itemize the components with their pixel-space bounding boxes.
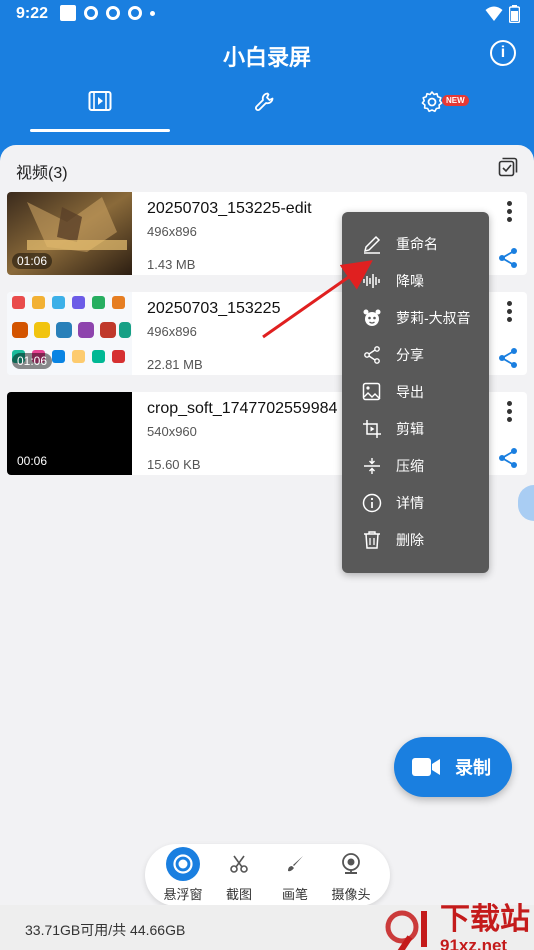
scissors-icon (230, 855, 248, 873)
share-icon (499, 248, 517, 268)
menu-item-export[interactable]: 导出 (342, 373, 489, 410)
app-header: 小白录屏 i (0, 30, 534, 145)
section-title: 视频(3) (16, 165, 68, 182)
tool-screenshot[interactable]: 截图 (211, 848, 267, 903)
video-size: 1.43 MB (147, 257, 196, 272)
quick-tools-bar: 悬浮窗 截图 画笔 摄像头 (145, 844, 390, 906)
video-resolution: 540x960 (147, 424, 197, 439)
tool-label: 摄像头 (331, 887, 371, 902)
tab-videos[interactable] (30, 90, 170, 132)
more-options-button[interactable] (507, 401, 513, 425)
notification-icons (60, 5, 155, 21)
record-button[interactable]: 录制 (394, 737, 512, 797)
crop-icon (363, 419, 381, 438)
video-thumbnail[interactable]: 00:06 (7, 392, 132, 475)
video-duration: 00:06 (17, 454, 48, 468)
multi-select-button[interactable] (498, 157, 518, 182)
tab-settings[interactable] (362, 90, 502, 132)
video-resolution: 496x896 (147, 324, 197, 339)
trash-icon (364, 530, 380, 549)
info-button[interactable]: i (490, 40, 516, 66)
checkbox-stack-icon (498, 157, 518, 177)
active-tab-indicator (30, 129, 170, 132)
tool-label: 画笔 (281, 887, 308, 902)
record-label: 录制 (455, 758, 491, 778)
status-time: 9:22 (16, 5, 49, 22)
export-image-icon (362, 382, 381, 400)
video-duration: 01:06 (12, 353, 53, 369)
menu-item-label: 降噪 (396, 272, 424, 289)
film-icon (88, 91, 112, 111)
storage-footer: 33.71GB可用/共 44.66GB 下载站 91xz.net (0, 905, 534, 950)
tool-camera[interactable]: 摄像头 (323, 848, 379, 903)
menu-item-edit[interactable]: 剪辑 (342, 410, 489, 447)
pencil-icon (363, 235, 381, 254)
video-thumbnail[interactable]: 01:06 (7, 192, 132, 275)
compress-icon (364, 457, 380, 474)
video-name: crop_soft_1747702559984 (147, 400, 338, 417)
notification-more-icon (150, 10, 155, 16)
notification-square-icon (60, 5, 76, 21)
site-watermark: 下载站 91xz.net (380, 905, 530, 950)
menu-item-label: 导出 (396, 383, 424, 400)
float-window-icon (166, 847, 200, 881)
tool-label: 截图 (225, 887, 252, 902)
tab-tools[interactable] (195, 90, 335, 132)
wrench-icon (255, 92, 274, 111)
video-name: 20250703_153225-edit (147, 200, 312, 217)
watermark-title: 下载站 (440, 903, 530, 936)
share-icon (499, 448, 517, 468)
share-button[interactable] (497, 247, 519, 274)
video-camera-icon (412, 758, 440, 776)
menu-item-label: 剪辑 (396, 420, 424, 437)
menu-item-label: 萝莉-大叔音 (396, 309, 471, 326)
tool-brush[interactable]: 画笔 (267, 848, 323, 903)
video-size: 15.60 KB (147, 457, 201, 472)
storage-info: 33.71GB可用/共 44.66GB (25, 922, 186, 938)
notification-app-icon (128, 6, 142, 20)
video-duration: 01:06 (12, 253, 53, 269)
watermark-logo-icon (385, 910, 427, 950)
video-size: 22.81 MB (147, 357, 203, 372)
menu-item-label: 压缩 (396, 457, 424, 474)
gear-icon (421, 91, 443, 113)
share-button[interactable] (497, 347, 519, 374)
menu-item-label: 重命名 (396, 235, 438, 252)
tool-label: 悬浮窗 (163, 887, 203, 902)
tool-float-window[interactable]: 悬浮窗 (155, 847, 211, 903)
new-badge: NEW (442, 95, 469, 106)
notification-app-icon (106, 6, 120, 20)
battery-icon (509, 5, 520, 23)
share-icon (364, 345, 380, 364)
menu-item-label: 详情 (396, 494, 424, 511)
brush-icon (288, 856, 303, 872)
status-bar: 9:22 (0, 0, 534, 30)
share-button[interactable] (497, 447, 519, 474)
annotation-arrow (262, 260, 373, 339)
menu-item-label: 分享 (396, 346, 424, 363)
watermark-url: 91xz.net (440, 936, 508, 950)
notification-app-icon (84, 6, 98, 20)
video-thumbnail[interactable]: 01:06 (7, 292, 132, 375)
wifi-icon (485, 6, 503, 21)
menu-item-compress[interactable]: 压缩 (342, 447, 489, 484)
menu-item-label: 删除 (396, 531, 424, 548)
menu-item-delete[interactable]: 删除 (342, 521, 489, 558)
share-icon (499, 348, 517, 368)
menu-item-details[interactable]: 详情 (342, 484, 489, 521)
app-title: 小白录屏 (222, 45, 311, 70)
camera-icon (342, 853, 360, 874)
video-resolution: 496x896 (147, 224, 197, 239)
more-options-button[interactable] (507, 301, 513, 325)
more-options-button[interactable] (507, 201, 513, 225)
info-icon (362, 493, 382, 512)
